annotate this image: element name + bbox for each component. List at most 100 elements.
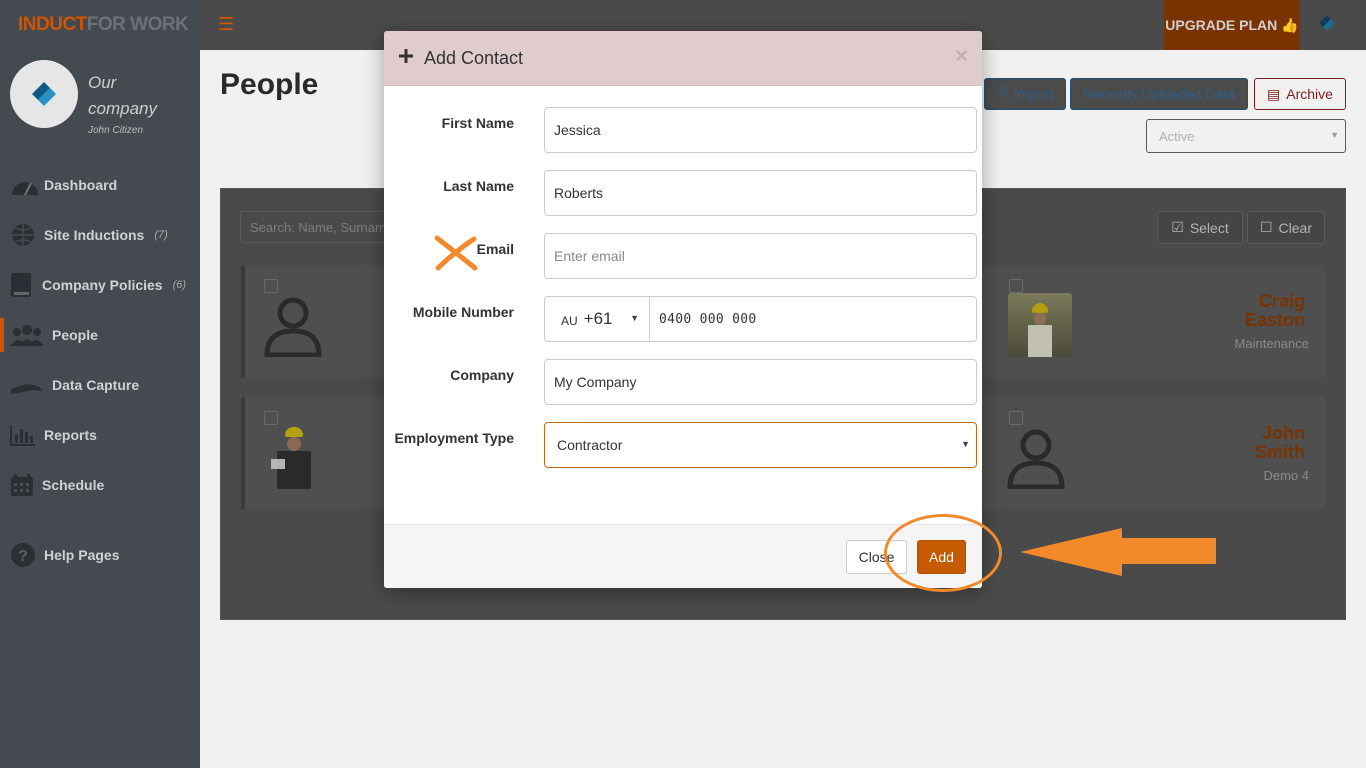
person-name: John Smith [1255, 424, 1305, 462]
file-icon: 🗎 [996, 84, 1008, 100]
globe-icon [10, 222, 42, 248]
recently-uploaded-button[interactable]: Recently Uploaded Data [1070, 78, 1248, 110]
clear-label: Clear [1278, 219, 1313, 236]
first-name-label: First Name [441, 115, 514, 131]
cross-out-annotation-icon [434, 235, 478, 271]
person-card[interactable]: Craig Easton Maintenance [975, 265, 1325, 377]
sidebar-item-label: Company Policies [42, 277, 163, 293]
sidebar-item-schedule[interactable]: Schedule [0, 460, 200, 510]
hand-icon [10, 372, 50, 398]
sidebar-item-site-inductions[interactable]: Site Inductions (7) [0, 210, 200, 260]
employment-type-row: Employment Type Contractor ▼ [384, 422, 982, 468]
checkbox-empty-icon: ☐ [1259, 219, 1273, 235]
dial-code: +61 [583, 309, 613, 328]
calendar-icon [10, 472, 40, 498]
company-row: Company My Company [384, 359, 982, 405]
mobile-number-input[interactable]: 0400 000 000 [649, 296, 977, 342]
add-contact-modal: Add Contact × First Name Jessica Last Na… [384, 31, 982, 588]
mobile-label: Mobile Number [412, 304, 514, 320]
person-card[interactable] [241, 397, 391, 509]
person-checkbox[interactable] [264, 279, 278, 293]
checkbox-checked-icon: ☑ [1171, 219, 1184, 235]
person-role: Maintenance [1234, 336, 1309, 351]
sidebar-item-people[interactable]: People [0, 310, 200, 360]
search-placeholder: Search: Name, Surname... [250, 219, 404, 235]
country-code: AU [561, 314, 578, 328]
select-button[interactable]: ☑ Select [1157, 211, 1243, 244]
site-inductions-count: (7) [154, 229, 168, 241]
person-checkbox[interactable] [1009, 279, 1023, 293]
person-checkbox[interactable] [264, 411, 278, 425]
close-icon[interactable]: × [955, 43, 968, 69]
brand-part1: INDUCT [18, 14, 87, 35]
recently-uploaded-label: Recently Uploaded Data [1083, 86, 1235, 102]
archive-label: Archive [1286, 86, 1333, 102]
sidebar-item-label: Dashboard [44, 177, 118, 193]
country-code-select[interactable]: AU +61 ▼ [544, 296, 650, 342]
person-checkbox[interactable] [1009, 411, 1023, 425]
person-photo [261, 425, 325, 489]
first-name-input[interactable]: Jessica [544, 107, 977, 153]
first-name-row: First Name Jessica [384, 107, 982, 153]
employment-type-value: Contractor [557, 437, 623, 453]
employment-type-label: Employment Type [394, 430, 514, 446]
last-name-label: Last Name [443, 178, 514, 194]
person-last-name: Smith [1254, 442, 1305, 462]
employment-type-select[interactable]: Contractor ▼ [544, 422, 977, 468]
sidebar-item-reports[interactable]: Reports [0, 410, 200, 460]
sidebar-item-label: Reports [44, 427, 97, 443]
sidebar-item-label: Schedule [42, 477, 105, 493]
sidebar-item-label: Data Capture [52, 377, 140, 393]
company-logo-icon [32, 82, 56, 106]
sidebar-item-dashboard[interactable]: Dashboard [0, 160, 200, 210]
sidebar-item-label: Site Inductions [44, 227, 145, 243]
sidebar-nav: Dashboard Site Inductions (7) Company Po… [0, 160, 200, 580]
person-card[interactable] [241, 265, 391, 377]
select-label: Select [1189, 219, 1229, 236]
book-icon [10, 272, 40, 298]
hamburger-menu-icon[interactable]: ☰ [218, 14, 234, 35]
help-icon: ? [10, 542, 42, 568]
modal-header: Add Contact × [384, 31, 982, 86]
import-button[interactable]: 🗎 Import [984, 78, 1066, 110]
mobile-row: Mobile Number AU +61 ▼ 0400 000 000 [384, 296, 982, 342]
svg-text:?: ? [18, 548, 28, 565]
person-first-name: John [1262, 423, 1305, 443]
last-name-input[interactable]: Roberts [544, 170, 977, 216]
clear-button[interactable]: ☐ Clear [1247, 211, 1325, 244]
sidebar-item-data-capture[interactable]: Data Capture [0, 360, 200, 410]
modal-title: Add Contact [424, 47, 524, 68]
person-last-name: Easton [1244, 310, 1305, 330]
brand-part2: FOR WORK [86, 14, 189, 35]
page-title: People [220, 68, 319, 101]
sidebar-item-help-pages[interactable]: ? Help Pages [0, 530, 200, 580]
default-avatar-icon [264, 297, 322, 357]
person-card[interactable]: John Smith Demo 4 [975, 397, 1325, 509]
dashboard-gauge-icon [10, 172, 42, 198]
status-filter-value: Active [1159, 128, 1195, 144]
account-logo-icon[interactable] [1314, 10, 1340, 41]
brand-logo[interactable]: INDUCT FOR WORK [0, 0, 200, 50]
arrow-left-annotation-icon [1020, 528, 1216, 576]
upgrade-plan-button[interactable]: UPGRADE PLAN 👍 [1164, 0, 1300, 50]
status-filter-select[interactable]: Active ▼ [1146, 119, 1346, 153]
company-label: Company [450, 367, 514, 383]
archive-icon: ▤ [1267, 85, 1281, 102]
person-photo [1008, 293, 1072, 357]
highlight-circle-annotation [884, 514, 1002, 592]
person-role: Demo 4 [1263, 468, 1309, 483]
company-input[interactable]: My Company [544, 359, 977, 405]
company-logo-avatar[interactable] [10, 60, 78, 128]
person-name: Craig Easton [1245, 292, 1305, 330]
chevron-down-icon: ▼ [961, 439, 970, 449]
bar-chart-icon [10, 422, 42, 448]
sidebar-item-label: Help Pages [44, 547, 120, 563]
people-icon [10, 322, 50, 348]
sidebar-item-label: People [52, 327, 98, 343]
archive-button[interactable]: ▤ Archive [1254, 78, 1346, 110]
sidebar: INDUCT FOR WORK Our company John Citizen … [0, 0, 200, 768]
sidebar-item-company-policies[interactable]: Company Policies (6) [0, 260, 200, 310]
company-policies-count: (6) [172, 279, 187, 291]
email-input[interactable]: Enter email [544, 233, 977, 279]
default-avatar-icon [1007, 429, 1065, 489]
